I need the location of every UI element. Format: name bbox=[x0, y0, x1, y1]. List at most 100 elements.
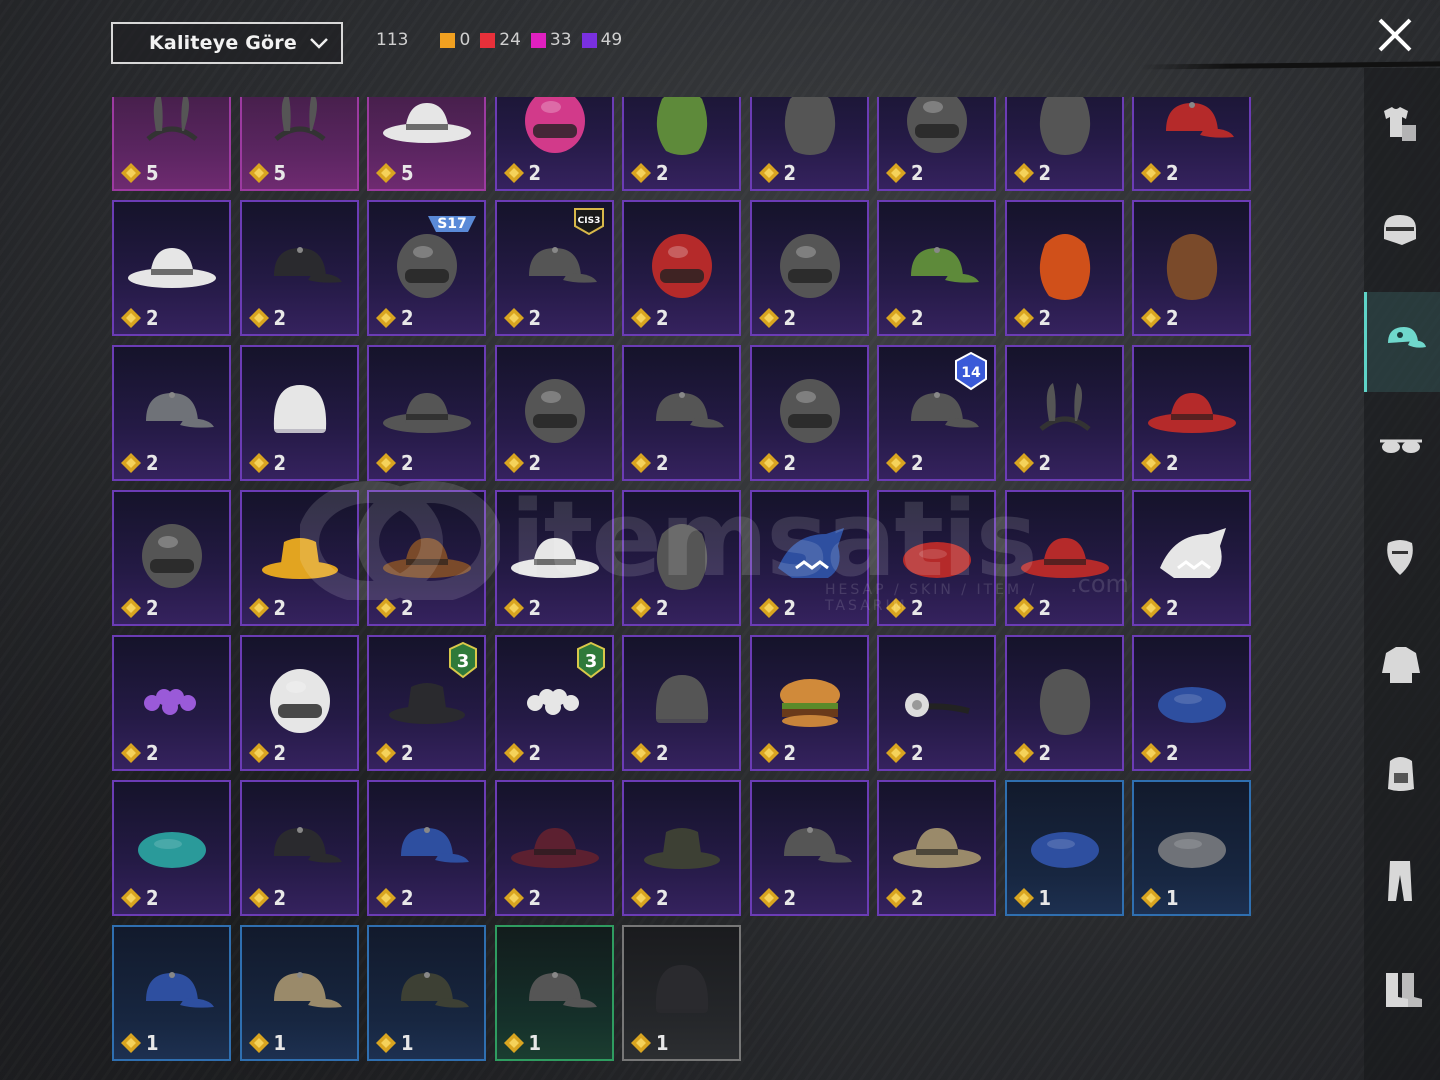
item-count-value: 1 bbox=[656, 1031, 669, 1055]
item-count: 5 bbox=[375, 161, 414, 185]
inventory-item[interactable]: 2 bbox=[749, 780, 869, 916]
inventory-item[interactable]: 2 bbox=[749, 635, 869, 771]
inventory-item[interactable]: 5 bbox=[239, 97, 359, 191]
inventory-item[interactable]: 2 bbox=[112, 200, 231, 336]
inventory-item[interactable]: 2 bbox=[112, 780, 231, 916]
top-bar: Kaliteye Göre 113 0 24 33 49 bbox=[0, 0, 1440, 95]
item-count-value: 1 bbox=[401, 1031, 414, 1055]
teal-bandana-icon bbox=[138, 832, 206, 868]
blue-garrison-cap-icon bbox=[1158, 687, 1226, 723]
close-icon[interactable] bbox=[1374, 14, 1416, 56]
sidebar-item-backpack[interactable] bbox=[1364, 724, 1440, 824]
inventory-item[interactable]: 2 bbox=[622, 345, 741, 481]
sidebar-item-face-helmet[interactable] bbox=[1364, 184, 1440, 284]
blue-trucker-cap-icon bbox=[401, 827, 469, 863]
item-count-value: 2 bbox=[146, 741, 159, 765]
inventory-item[interactable]: S17 2 bbox=[367, 200, 486, 336]
item-count: 5 bbox=[120, 161, 159, 185]
inventory-item[interactable]: 2 bbox=[749, 490, 869, 626]
inventory-item[interactable]: 2 bbox=[112, 490, 231, 626]
inventory-item[interactable]: 2 bbox=[1132, 97, 1251, 191]
item-count-value: 2 bbox=[911, 596, 924, 620]
inventory-item[interactable]: 5 bbox=[112, 97, 231, 191]
rarity-gem-icon bbox=[1013, 598, 1034, 618]
inventory-item[interactable]: 2 bbox=[622, 200, 741, 336]
sidebar-item-pants[interactable] bbox=[1364, 832, 1440, 932]
rarity-gem-icon bbox=[1013, 163, 1034, 183]
item-count: 2 bbox=[1013, 161, 1051, 185]
inventory-item[interactable]: 2 bbox=[1004, 97, 1124, 191]
inventory-item[interactable]: 3 2 bbox=[367, 635, 486, 771]
mushroom-hat-icon bbox=[656, 392, 724, 428]
inventory-item[interactable]: 2 bbox=[239, 490, 359, 626]
inventory-item[interactable]: 2 bbox=[1004, 345, 1124, 481]
white-shark-hat-icon bbox=[1160, 528, 1226, 578]
sidebar-item-boots[interactable] bbox=[1364, 940, 1440, 1040]
sidebar-item-glasses[interactable] bbox=[1364, 400, 1440, 500]
inventory-item[interactable]: 1 bbox=[1132, 780, 1251, 916]
inventory-item[interactable]: 1 bbox=[239, 925, 359, 1061]
rarity-gem-icon bbox=[886, 743, 906, 763]
inventory-item[interactable]: 2 bbox=[1004, 200, 1124, 336]
inventory-grid-viewport[interactable]: 5 5 5 2 2 2 2 2 2 2 2 S17 2 CIS3 2 2 2 2… bbox=[112, 97, 1257, 1080]
inventory-item[interactable]: 14 2 bbox=[877, 345, 996, 481]
inventory-item[interactable]: 2 bbox=[112, 345, 231, 481]
inventory-item[interactable]: 1 bbox=[1004, 780, 1124, 916]
inventory-item[interactable]: 1 bbox=[367, 925, 486, 1061]
rarity-gem-icon bbox=[1013, 888, 1034, 908]
inventory-item[interactable]: 2 bbox=[877, 780, 996, 916]
sort-dropdown[interactable]: Kaliteye Göre bbox=[111, 22, 343, 64]
inventory-item[interactable]: CIS3 2 bbox=[494, 200, 614, 336]
inventory-item[interactable]: 2 bbox=[1132, 635, 1251, 771]
inventory-item[interactable]: 2 bbox=[1004, 635, 1124, 771]
inventory-item[interactable]: 2 bbox=[494, 780, 614, 916]
sidebar-item-outfit[interactable] bbox=[1364, 76, 1440, 176]
rarity-gem-icon bbox=[121, 888, 141, 908]
sidebar-item-jacket[interactable] bbox=[1364, 616, 1440, 716]
inventory-item[interactable]: 5 bbox=[367, 97, 486, 191]
inventory-item[interactable]: 2 bbox=[749, 200, 869, 336]
inventory-item[interactable]: 2 bbox=[877, 635, 996, 771]
item-count-value: 2 bbox=[528, 741, 542, 765]
item-count-value: 2 bbox=[528, 596, 542, 620]
inventory-item[interactable]: 2 bbox=[622, 490, 741, 626]
inventory-item[interactable]: 2 bbox=[877, 97, 996, 191]
inventory-item[interactable]: 2 bbox=[877, 200, 996, 336]
sidebar-item-mask[interactable] bbox=[1364, 508, 1440, 608]
rarity-gem-icon bbox=[1141, 453, 1161, 473]
inventory-item[interactable]: 2 bbox=[494, 345, 614, 481]
inventory-item[interactable]: 2 bbox=[749, 345, 869, 481]
inventory-item[interactable]: 2 bbox=[622, 780, 741, 916]
inventory-item[interactable]: 2 bbox=[239, 345, 359, 481]
rarity-gem-icon bbox=[376, 598, 396, 618]
inventory-item[interactable]: 2 bbox=[622, 635, 741, 771]
inventory-item[interactable]: 2 bbox=[494, 490, 614, 626]
inventory-item[interactable]: 1 bbox=[112, 925, 231, 1061]
inventory-item[interactable]: 1 bbox=[494, 925, 614, 1061]
inventory-item[interactable]: 2 bbox=[367, 345, 486, 481]
red-cap-icon bbox=[1166, 102, 1234, 138]
inventory-item[interactable]: 2 bbox=[367, 780, 486, 916]
rarity-gem-icon bbox=[886, 453, 906, 473]
inventory-item[interactable]: 2 bbox=[494, 97, 614, 191]
inventory-item[interactable]: 2 bbox=[622, 97, 741, 191]
inventory-item[interactable]: 2 bbox=[1132, 200, 1251, 336]
inventory-item[interactable]: 2 bbox=[749, 97, 869, 191]
inventory-item[interactable]: 2 bbox=[1004, 490, 1124, 626]
inventory-item[interactable]: 2 bbox=[367, 490, 486, 626]
inventory-item[interactable]: 2 bbox=[239, 635, 359, 771]
inventory-item[interactable]: 2 bbox=[877, 490, 996, 626]
green-cap-icon bbox=[911, 247, 979, 283]
inventory-item[interactable]: 2 bbox=[239, 200, 359, 336]
rarity-gem-icon bbox=[1141, 163, 1161, 183]
item-count-value: 2 bbox=[783, 161, 797, 185]
inventory-item[interactable]: 2 bbox=[112, 635, 231, 771]
sidebar-item-cap[interactable] bbox=[1364, 292, 1440, 392]
rarity-gem-icon bbox=[886, 888, 906, 908]
inventory-item[interactable]: 1 bbox=[622, 925, 741, 1061]
chevron-down-icon bbox=[310, 38, 328, 49]
inventory-item[interactable]: 3 2 bbox=[494, 635, 614, 771]
inventory-item[interactable]: 2 bbox=[239, 780, 359, 916]
inventory-item[interactable]: 2 bbox=[1132, 345, 1251, 481]
inventory-item[interactable]: 2 bbox=[1132, 490, 1251, 626]
